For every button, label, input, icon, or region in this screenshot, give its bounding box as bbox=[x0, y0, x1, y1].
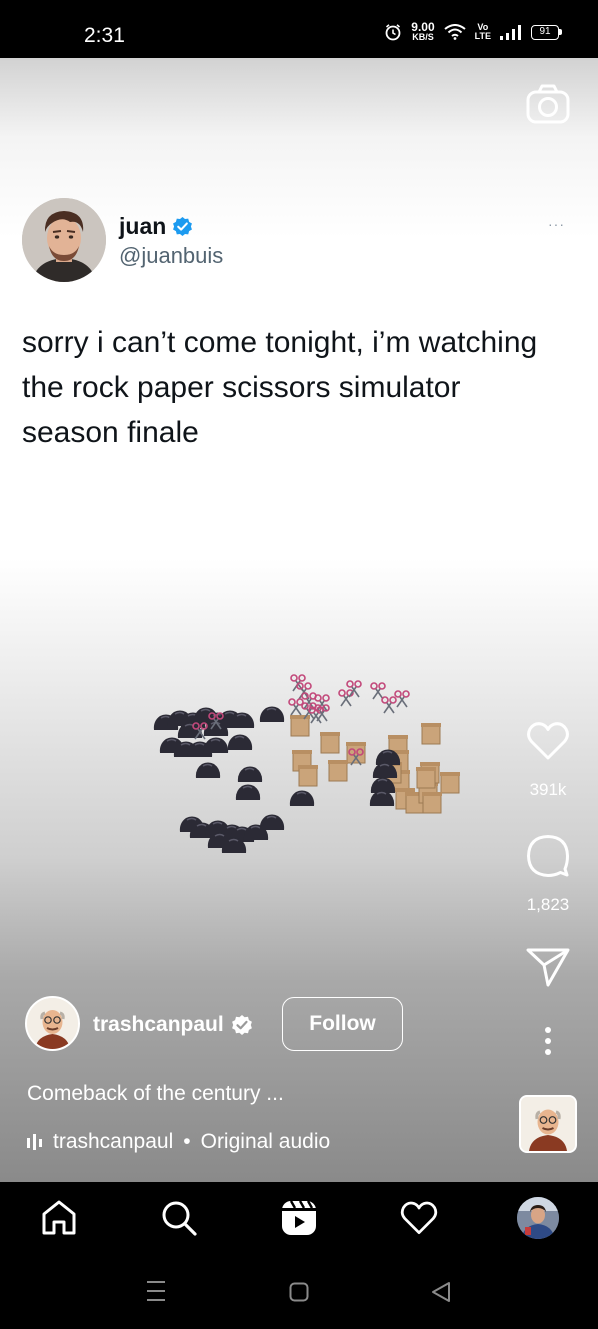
rock-sprite bbox=[235, 784, 261, 800]
battery-indicator: 91 bbox=[531, 24, 562, 40]
reels-icon bbox=[282, 1200, 316, 1235]
paper-sprite bbox=[416, 767, 436, 789]
reel-video[interactable]: juan @juanbuis ··· sorry i can’t come to… bbox=[0, 58, 598, 1182]
audio-thumbnail[interactable] bbox=[519, 1095, 577, 1153]
rock-sprite bbox=[227, 734, 253, 750]
battery-level: 91 bbox=[531, 24, 559, 40]
audio-label: Original audio bbox=[200, 1130, 331, 1153]
scissors-sprite bbox=[338, 689, 354, 707]
network-speed: 9.00 KB/S bbox=[411, 20, 435, 42]
rock-sprite bbox=[289, 790, 315, 806]
audio-creator: trashcanpaul bbox=[53, 1130, 174, 1153]
recent-apps-icon[interactable] bbox=[146, 1280, 166, 1302]
follow-button[interactable]: Follow bbox=[282, 997, 403, 1051]
paper-sprite bbox=[298, 765, 318, 787]
paper-sprite bbox=[422, 792, 442, 814]
wifi-icon bbox=[444, 24, 466, 40]
status-icons: 9.00 KB/S Vo LTE 91 bbox=[384, 20, 562, 42]
share-button[interactable] bbox=[525, 946, 571, 988]
alarm-icon bbox=[385, 24, 401, 41]
battery-tip bbox=[559, 29, 562, 35]
comment-button[interactable] bbox=[525, 833, 571, 879]
system-navigation-bar bbox=[0, 1254, 598, 1329]
volte-bottom: LTE bbox=[474, 31, 491, 41]
heart-outline-icon bbox=[400, 1201, 438, 1235]
bottom-nav bbox=[0, 1182, 598, 1254]
rock-sprite bbox=[237, 766, 263, 782]
volte-indicator: Vo LTE bbox=[475, 23, 491, 41]
tweet-text: sorry i can’t come tonight, i’m watching… bbox=[22, 326, 538, 449]
audio-row[interactable]: trashcanpaul • Original audio bbox=[27, 1130, 330, 1154]
comment-bubble-icon bbox=[527, 835, 569, 877]
heart-icon bbox=[527, 722, 569, 760]
paper-plane-icon bbox=[526, 948, 570, 987]
tweet-display-name: juan bbox=[119, 213, 167, 239]
nav-search[interactable] bbox=[159, 1198, 199, 1238]
search-icon bbox=[162, 1201, 197, 1236]
home-system-icon[interactable] bbox=[289, 1282, 309, 1302]
like-count: 391k bbox=[529, 780, 567, 799]
scissors-sprite bbox=[301, 692, 317, 710]
signal-icon bbox=[500, 25, 521, 40]
reel-author-avatar[interactable] bbox=[25, 996, 80, 1051]
paper-sprite bbox=[290, 715, 310, 737]
like-button[interactable] bbox=[525, 720, 571, 762]
reel-author-username[interactable]: trashcanpaul bbox=[93, 1013, 224, 1037]
network-speed-value: 9.00 bbox=[411, 20, 435, 34]
rock-sprite bbox=[203, 737, 229, 753]
tweet-more-icon: ··· bbox=[548, 216, 565, 232]
audio-bars-icon bbox=[27, 1134, 42, 1150]
tweet-author-avatar bbox=[22, 198, 106, 282]
vertical-dots-icon bbox=[545, 1027, 551, 1055]
scissors-sprite bbox=[381, 696, 397, 714]
scissors-sprite bbox=[346, 680, 362, 698]
tweet-author-name-row: juan bbox=[119, 213, 193, 240]
paper-sprite bbox=[320, 732, 340, 754]
reel-author-row: trashcanpaul bbox=[93, 1013, 253, 1037]
paper-sprite bbox=[421, 723, 441, 745]
nav-activity[interactable] bbox=[399, 1198, 439, 1238]
nav-reels[interactable] bbox=[279, 1198, 319, 1238]
status-time: 2:31 bbox=[84, 24, 125, 47]
back-icon[interactable] bbox=[431, 1281, 451, 1303]
scissors-sprite bbox=[288, 698, 304, 716]
camera-icon[interactable] bbox=[526, 84, 570, 124]
rps-simulation-frame bbox=[153, 674, 460, 853]
home-icon bbox=[42, 1200, 76, 1235]
verified-badge-icon bbox=[231, 1015, 252, 1035]
network-speed-unit: KB/S bbox=[412, 32, 434, 42]
status-bar: 2:31 9.00 KB/S Vo LTE 91 bbox=[0, 0, 598, 58]
tweet-handle: @juanbuis bbox=[119, 243, 224, 268]
more-options-button[interactable] bbox=[532, 1023, 564, 1059]
audio-separator: • bbox=[183, 1130, 191, 1153]
verified-badge-icon bbox=[173, 216, 193, 237]
scissors-sprite bbox=[370, 682, 386, 700]
reel-caption[interactable]: Comeback of the century ... bbox=[27, 1082, 284, 1106]
paper-sprite bbox=[440, 772, 460, 794]
rock-sprite bbox=[259, 706, 285, 722]
nav-home[interactable] bbox=[39, 1198, 79, 1238]
scissors-sprite bbox=[394, 690, 410, 708]
paper-sprite bbox=[328, 760, 348, 782]
nav-profile-avatar[interactable] bbox=[517, 1197, 559, 1239]
comment-count: 1,823 bbox=[526, 895, 570, 914]
rock-sprite bbox=[259, 814, 285, 830]
rock-sprite bbox=[195, 762, 221, 778]
